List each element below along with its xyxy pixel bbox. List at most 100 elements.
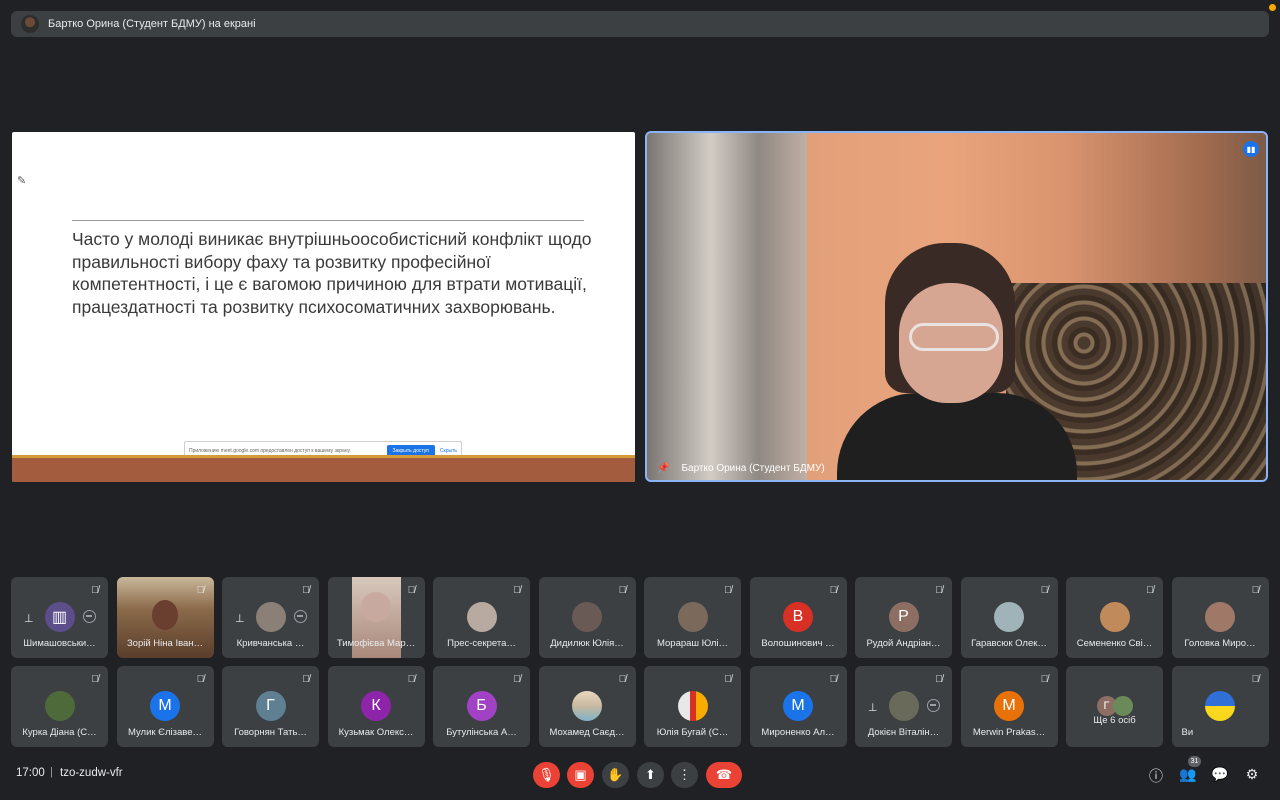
pin-icon[interactable]: ⊥ [868, 701, 878, 714]
remove-icon[interactable] [294, 610, 307, 623]
participant-tile[interactable]: 🎙̸ Курка Діана (С… [11, 666, 108, 747]
audio-level-icon: ▮▮ [1243, 141, 1259, 157]
phone-hangup-icon: ☎ [715, 767, 733, 782]
mic-off-icon: 🎙̸ [829, 585, 838, 596]
participant-name: Мохамед Саєд… [549, 727, 625, 738]
mic-off-icon: 🎙̸ [513, 585, 521, 596]
participant-tile[interactable]: 🎙̸ Тимофієва Мар… [327, 577, 425, 658]
speaker-name: Бартко Орина (Студент БДМУ) [681, 463, 825, 474]
participant-avatar [572, 602, 602, 632]
pin-icon[interactable]: ⊥ [24, 612, 34, 625]
remove-icon[interactable] [83, 610, 96, 623]
people-icon[interactable]: 👥 [1179, 766, 1197, 783]
more-participants-avatars: Г [1096, 696, 1133, 716]
mic-off-icon: 🎙̸ [196, 674, 205, 685]
participant-name: Мироненко Ал… [761, 727, 835, 738]
slide-text: Часто у молоді виникає внутрішньоособист… [72, 229, 592, 317]
participant-tile[interactable]: 🎙̸ Семененко Сві… [1066, 577, 1163, 658]
mic-off-icon: 🎙̸ [618, 674, 627, 685]
participant-tile[interactable]: М 🎙̸ Мироненко Ал… [749, 666, 847, 747]
participant-tile[interactable]: Г 🎙̸ Говорнян Тать… [222, 666, 319, 747]
cursor-icon: ✎ [17, 175, 27, 187]
participant-tile[interactable]: 🎙̸ Гаравсюк Олек… [960, 577, 1058, 658]
self-tile[interactable]: 🎙̸ Ви [1171, 666, 1269, 747]
camera-toggle-button[interactable]: ▣ [567, 762, 594, 788]
hide-link[interactable]: Скрыть [440, 448, 457, 454]
participant-tile[interactable]: В 🎙̸ Волошинович … [749, 577, 847, 658]
more-options-button[interactable]: ⋮ [671, 762, 698, 788]
clock: 17:00 [16, 767, 45, 779]
participant-tile[interactable]: Р 🎙̸ Рудой Андріан… [855, 577, 952, 658]
participant-avatar: M [994, 691, 1024, 721]
separator: | [50, 766, 53, 778]
raise-hand-button[interactable]: ✋ [602, 762, 629, 788]
meeting-info-icon[interactable]: ⓘ [1147, 766, 1165, 786]
chat-icon[interactable]: 💬 [1211, 766, 1229, 783]
participant-avatar [466, 602, 497, 632]
participant-avatar [677, 602, 708, 632]
meeting-code: tzo-zudw-vfr [60, 767, 123, 779]
more-vert-icon: ⋮ [678, 767, 691, 782]
participant-name: Морараш Юлі… [656, 638, 729, 649]
mic-off-icon: 🎙̸ [407, 585, 416, 596]
mic-off-icon: 🎙̸ [935, 585, 943, 596]
activities-icon[interactable]: ⚙ [1243, 766, 1261, 783]
participant-tile[interactable]: ⊥ 🎙̸ Кривчанська … [222, 577, 319, 658]
participant-tile[interactable]: M 🎙̸ Merwin Prakas… [960, 666, 1058, 747]
more-participants-tile[interactable]: Г Ще 6 осіб [1066, 666, 1163, 747]
participant-tile[interactable]: ⊥ ▥ 🎙̸ Шимашовськи… [11, 577, 108, 658]
participant-avatar: М [150, 691, 180, 721]
participant-name: Зорій Ніна Іван… [126, 638, 204, 649]
hand-icon: ✋ [607, 767, 624, 782]
camera-off-icon: ▣ [574, 767, 587, 782]
participant-name: Прес-секрета… [447, 638, 516, 649]
pin-icon[interactable]: ⊥ [235, 612, 245, 625]
mic-off-icon: 🎙̸ [407, 674, 416, 685]
mic-off-icon: 🎙̸ [91, 674, 99, 685]
slide-divider [72, 220, 584, 221]
remove-icon[interactable] [927, 699, 940, 712]
participant-name: Говорнян Тать… [234, 727, 307, 738]
present-button[interactable]: ⬆ [637, 762, 664, 788]
participant-video-person [361, 592, 391, 622]
participant-name: Мулик Єлізаве… [127, 727, 203, 738]
mic-off-icon: 🎙̸ [1251, 674, 1260, 685]
presenting-banner: Бартко Орина (Студент БДМУ) на екрані [11, 11, 1269, 37]
mic-toggle-button[interactable]: 🎙 [533, 762, 560, 788]
self-avatar [1205, 691, 1235, 721]
participant-tile[interactable]: М 🎙̸ Мулик Єлізаве… [116, 666, 214, 747]
participant-tile[interactable]: 🎙̸ Морараш Юлі… [644, 577, 741, 658]
presenter-avatar [21, 15, 39, 33]
participant-avatar [572, 691, 602, 721]
participant-tile[interactable]: 🎙̸ Зорій Ніна Іван… [116, 577, 214, 658]
participant-tile[interactable]: Б 🎙̸ Бутулінська А… [433, 666, 530, 747]
participant-tile[interactable]: 🎙̸ Прес-секрета… [433, 577, 530, 658]
participant-name: Тимофієва Мар… [336, 638, 416, 649]
participant-tile[interactable]: ⊥ 🎙̸ Докієн Віталін… [855, 666, 952, 747]
participant-name: Волошинович … [761, 638, 835, 649]
pin-icon[interactable]: 📌 [657, 463, 669, 474]
participant-tile[interactable]: 🎙̸ Головка Миро… [1171, 577, 1269, 658]
participant-tile[interactable]: 🎙̸ Мохамед Саєд… [538, 666, 636, 747]
participant-tile[interactable]: 🎙̸ Юлія Бугай (С… [644, 666, 741, 747]
speaker-video-tile[interactable]: ▮▮ 📌 Бартко Орина (Студент БДМУ) [645, 131, 1268, 482]
leave-call-button[interactable]: ☎ [706, 762, 742, 788]
presentation-tile[interactable]: ✎ Часто у молоді виникає внутрішньоособи… [12, 132, 635, 482]
mic-off-icon: 🎙̸ [1146, 585, 1154, 596]
participant-avatar: Б [466, 691, 497, 721]
participant-avatar [44, 691, 75, 721]
participant-avatar: ▥ [44, 602, 75, 632]
participant-tile[interactable]: 🎙̸ Дидилюк Юлія… [538, 577, 636, 658]
participant-name: Кривчанська … [236, 638, 305, 649]
participant-tile[interactable]: К 🎙̸ Кузьмак Олекс… [327, 666, 425, 747]
mic-off-icon: 🎙̸ [618, 585, 627, 596]
mic-off-icon: 🎙̸ [829, 674, 838, 685]
participant-name: Головка Миро… [1184, 638, 1256, 649]
presenting-title: Бартко Орина (Студент БДМУ) на екрані [48, 18, 256, 30]
recording-indicator [1269, 4, 1276, 11]
participant-avatar [677, 691, 708, 721]
mic-off-icon: 🎙̸ [196, 585, 205, 596]
mic-off-icon: 🎙̸ [302, 674, 310, 685]
participant-avatar [1099, 602, 1130, 632]
participant-avatar: К [361, 691, 391, 721]
